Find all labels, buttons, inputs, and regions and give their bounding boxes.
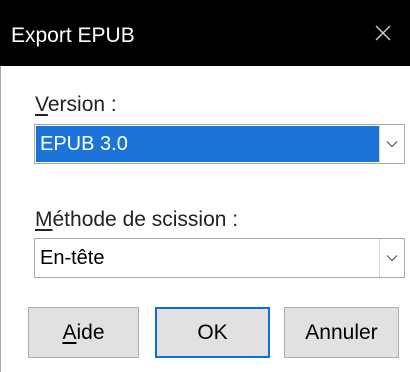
close-icon: [375, 25, 391, 41]
version-selected-value: EPUB 3.0: [36, 126, 379, 162]
split-method-select[interactable]: En-tête: [34, 238, 405, 278]
version-dropdown-button[interactable]: [379, 125, 404, 163]
dialog-title: Export EPUB: [11, 24, 135, 47]
chevron-down-icon: [386, 255, 398, 262]
ok-button[interactable]: OK: [155, 307, 270, 358]
version-select[interactable]: EPUB 3.0: [34, 124, 405, 164]
split-method-label: Méthode de scission :: [35, 208, 239, 231]
chevron-down-icon: [386, 141, 398, 148]
window-border: [0, 66, 1, 372]
title-bar[interactable]: Export EPUB: [0, 0, 410, 66]
split-method-dropdown-button[interactable]: [379, 239, 404, 277]
split-method-selected-value: En-tête: [40, 247, 105, 269]
help-button[interactable]: Aide: [28, 307, 139, 358]
version-label: Version :: [35, 93, 117, 116]
cancel-button[interactable]: Annuler: [284, 307, 399, 358]
export-epub-dialog: Export EPUB Version : EPUB 3.0 Méthode d…: [0, 0, 410, 372]
close-button[interactable]: [356, 0, 410, 66]
